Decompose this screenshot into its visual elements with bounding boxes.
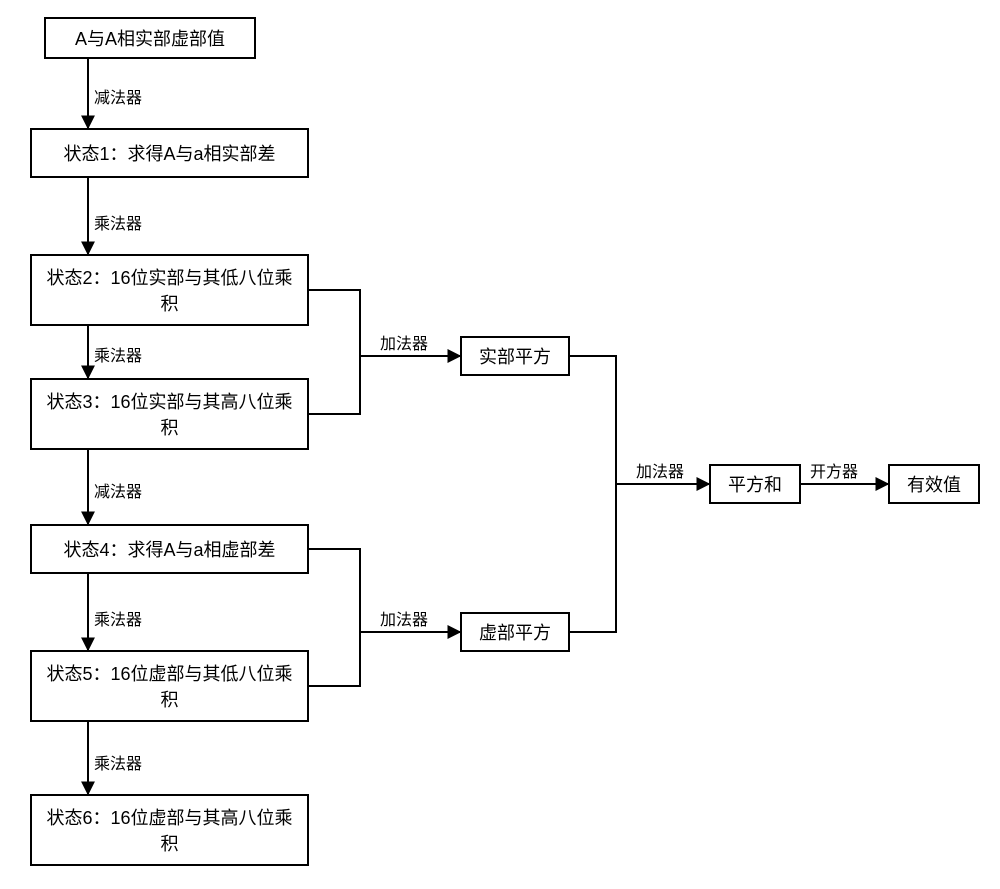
edge-label-add-2: 加法器 <box>380 606 428 630</box>
edge-label-sub-1: 减法器 <box>94 84 142 108</box>
edge-label-add-1: 加法器 <box>380 330 428 354</box>
edge-label-mul-3: 乘法器 <box>94 606 142 630</box>
edge-label-add-3: 加法器 <box>636 458 684 482</box>
edge-label-mul-1: 乘法器 <box>94 210 142 234</box>
node-state6: 状态6：16位虚部与其高八位乘积 <box>30 794 309 866</box>
edge-label-mul-2: 乘法器 <box>94 342 142 366</box>
edge-label-mul-4: 乘法器 <box>94 750 142 774</box>
node-state4: 状态4：求得A与a相虚部差 <box>30 524 309 574</box>
edge-label-sub-2: 减法器 <box>94 478 142 502</box>
node-real-square: 实部平方 <box>460 336 570 376</box>
node-state3: 状态3：16位实部与其高八位乘积 <box>30 378 309 450</box>
node-state1: 状态1：求得A与a相实部差 <box>30 128 309 178</box>
node-rms: 有效值 <box>888 464 980 504</box>
edge-label-sqrt: 开方器 <box>810 458 858 482</box>
node-sum-squares: 平方和 <box>709 464 801 504</box>
node-state5: 状态5：16位虚部与其低八位乘积 <box>30 650 309 722</box>
node-input: A与A相实部虚部值 <box>44 17 256 59</box>
node-state2: 状态2：16位实部与其低八位乘积 <box>30 254 309 326</box>
node-imag-square: 虚部平方 <box>460 612 570 652</box>
